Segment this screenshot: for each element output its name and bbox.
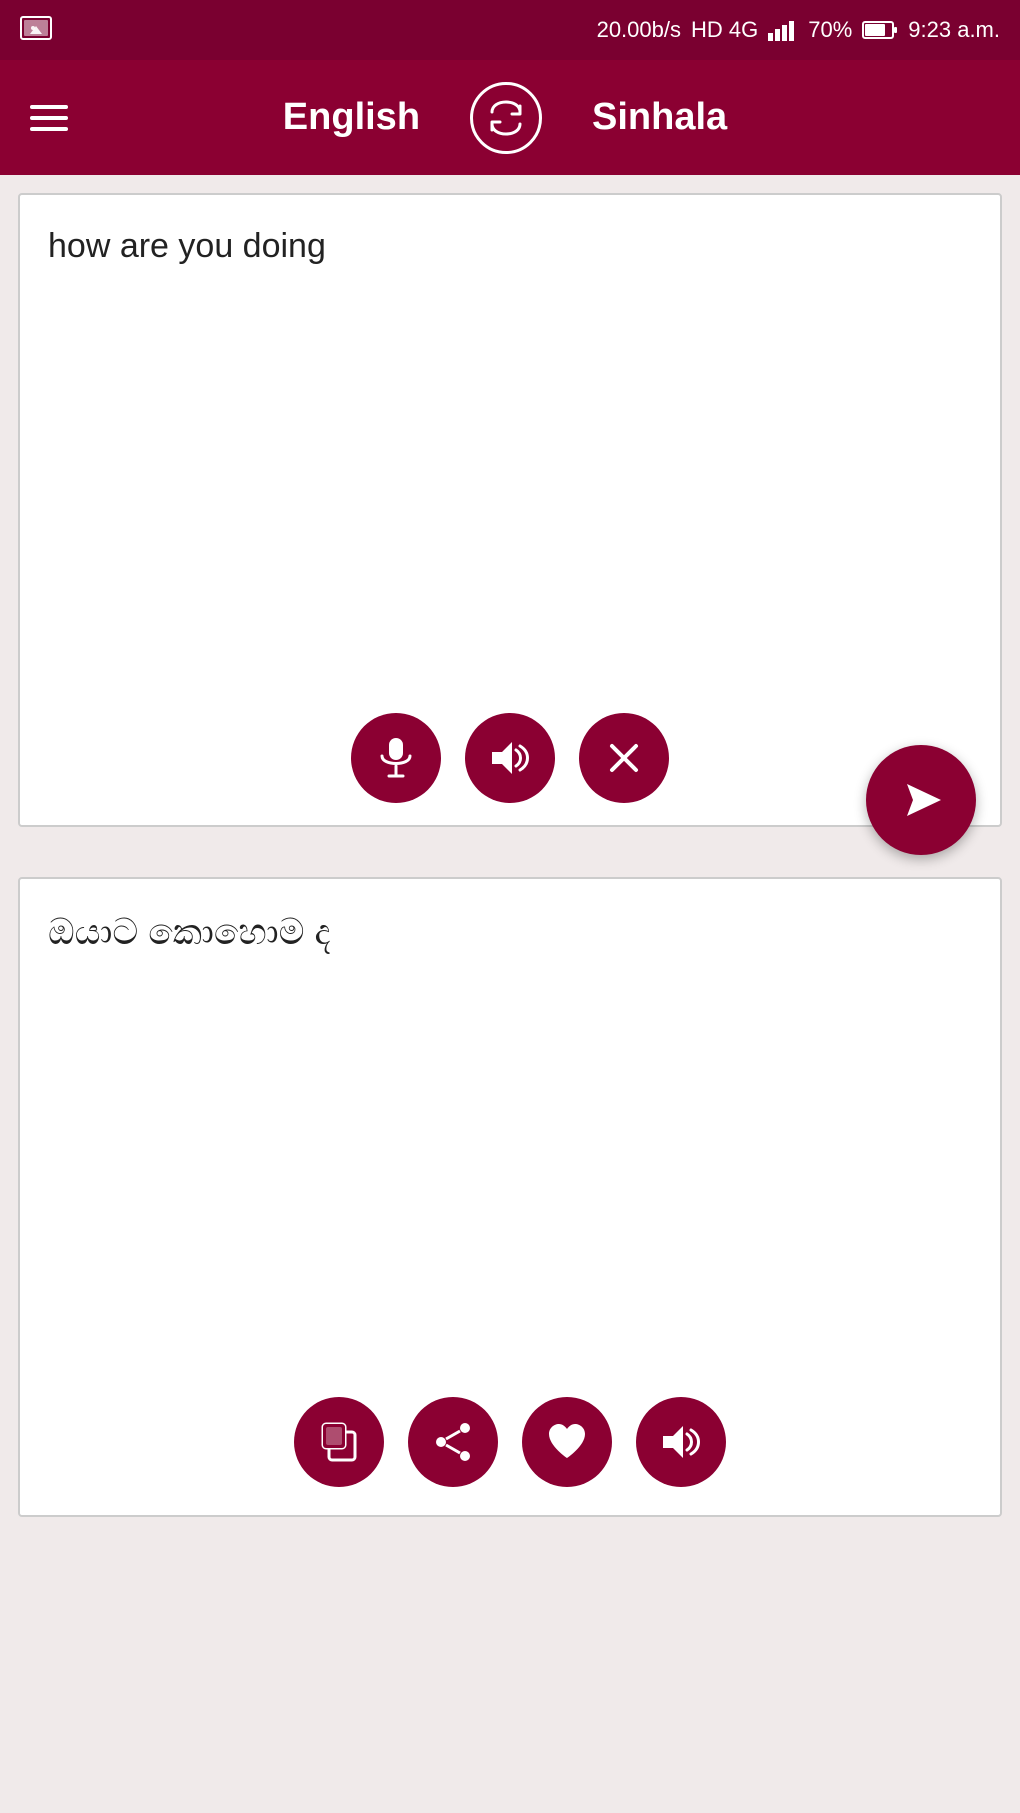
main-content: how are you doing (0, 175, 1020, 1813)
input-controls (20, 695, 1000, 825)
share-button[interactable] (408, 1397, 498, 1487)
time-display: 9:23 a.m. (908, 17, 1000, 43)
mic-button[interactable] (351, 713, 441, 803)
output-box-wrapper: ඔයාට කොහොම ද (18, 877, 1002, 1517)
status-right: 20.00b/s HD 4G 70% 9:23 a.m. (597, 17, 1000, 43)
speaker-icon (488, 738, 532, 778)
output-text: ඔයාට කොහොම ද (20, 879, 1000, 1379)
toolbar: English Sinhala (0, 60, 1020, 175)
network-type: HD 4G (691, 17, 758, 43)
status-bar: 20.00b/s HD 4G 70% 9:23 a.m. (0, 0, 1020, 60)
battery-percent: 70% (808, 17, 852, 43)
target-language-label[interactable]: Sinhala (592, 96, 727, 139)
source-language-label[interactable]: English (283, 96, 420, 139)
close-icon (606, 740, 642, 776)
clear-button[interactable] (579, 713, 669, 803)
output-box: ඔයාට කොහොම ද (18, 877, 1002, 1517)
signal-bars (768, 19, 798, 41)
swap-icon (484, 96, 528, 140)
output-controls (20, 1379, 1000, 1515)
swap-languages-button[interactable] (470, 82, 542, 154)
input-box-wrapper: how are you doing (18, 193, 1002, 827)
heart-icon (545, 1420, 589, 1464)
language-selector: English Sinhala (283, 82, 727, 154)
input-box: how are you doing (18, 193, 1002, 827)
output-speaker-button[interactable] (636, 1397, 726, 1487)
status-image-icon (20, 16, 52, 44)
copy-button[interactable] (294, 1397, 384, 1487)
favorite-button[interactable] (522, 1397, 612, 1487)
menu-button[interactable] (30, 105, 68, 131)
battery-icon (862, 20, 898, 40)
input-text[interactable]: how are you doing (20, 195, 1000, 695)
volume-icon (659, 1422, 703, 1462)
share-icon (431, 1420, 475, 1464)
send-icon (897, 776, 945, 824)
network-speed: 20.00b/s (597, 17, 681, 43)
mic-icon (376, 736, 416, 780)
send-button[interactable] (866, 745, 976, 855)
copy-icon (317, 1420, 361, 1464)
speaker-button[interactable] (465, 713, 555, 803)
